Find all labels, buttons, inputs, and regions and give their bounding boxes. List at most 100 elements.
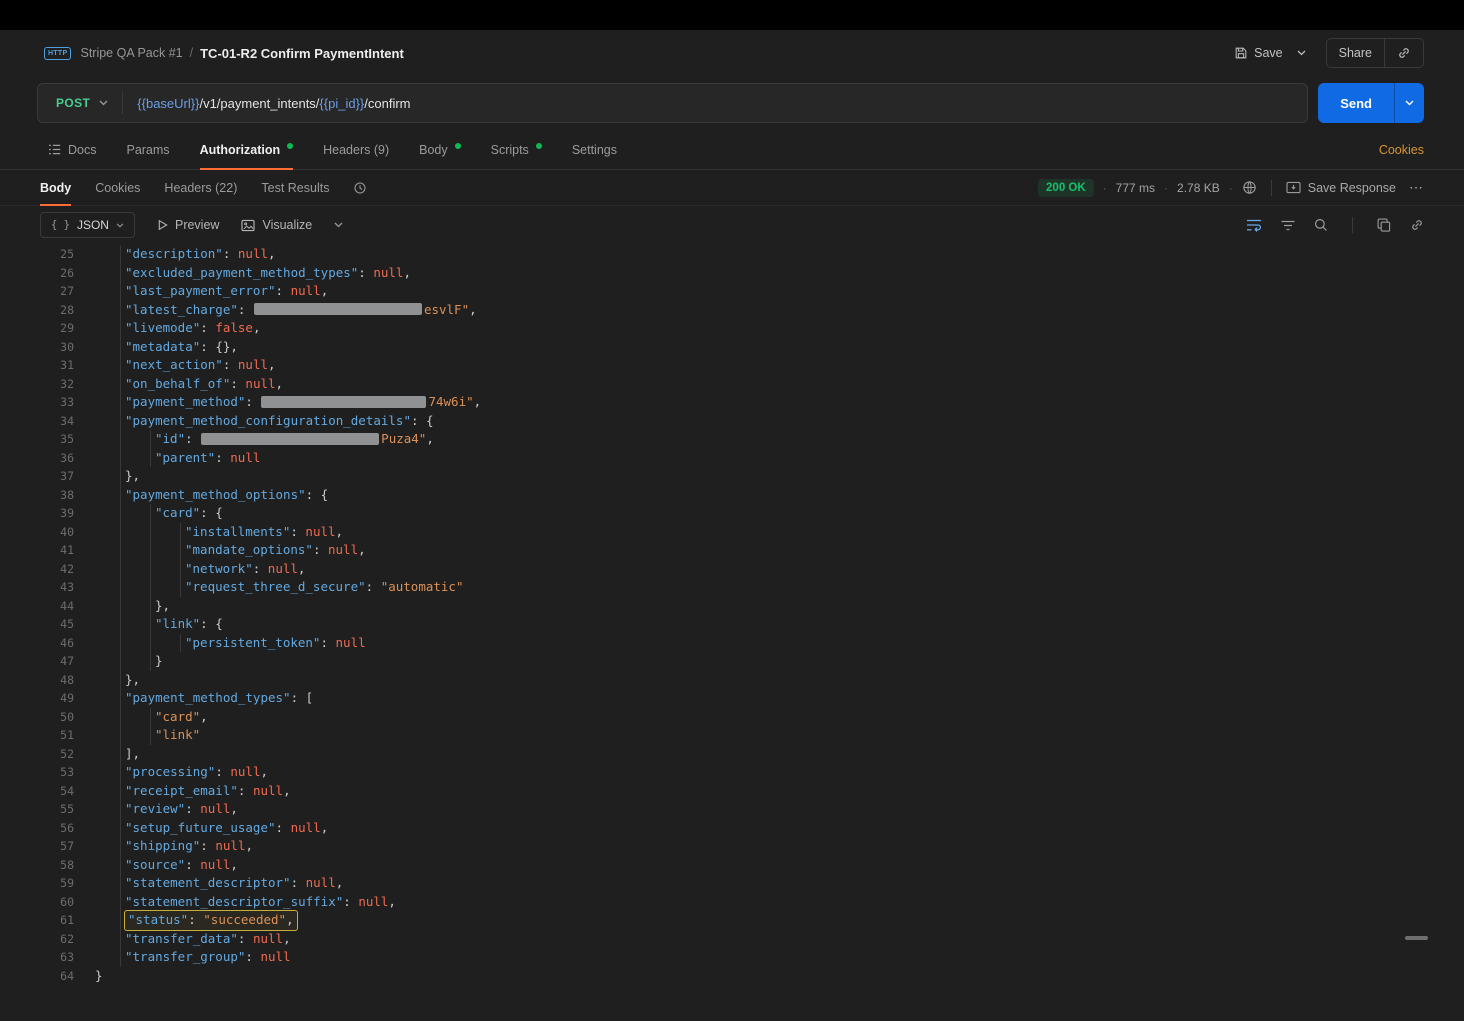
response-time[interactable]: 777 ms — [1116, 181, 1155, 195]
tab-headers[interactable]: Headers (9) — [323, 130, 389, 169]
code-line: 45 "link": { — [0, 615, 1464, 634]
tab-label: Settings — [571, 142, 617, 157]
send-options-chevron[interactable] — [1394, 83, 1424, 123]
response-toolbar: { } JSON Preview Visualize — [0, 206, 1464, 244]
tab-settings[interactable]: Settings — [572, 130, 617, 169]
code-text: } — [155, 652, 163, 671]
code-token: : — [275, 283, 291, 298]
code-token: null — [260, 949, 291, 964]
code-line: 50 "card", — [0, 707, 1464, 727]
response-link-button[interactable] — [1410, 218, 1424, 232]
code-text: "card", — [155, 708, 208, 727]
breadcrumb-collection[interactable]: Stripe QA Pack #1 — [80, 46, 182, 60]
line-number: 34 — [60, 413, 74, 428]
url-input[interactable]: {{baseUrl}}/v1/payment_intents/{{pi_id}}… — [137, 96, 410, 111]
response-tab-cookies[interactable]: Cookies — [95, 170, 140, 205]
search-button[interactable] — [1314, 218, 1328, 232]
status-badge[interactable]: 200 OK — [1038, 178, 1094, 197]
code-token: : — [215, 764, 231, 779]
code-token: }, — [125, 468, 141, 483]
code-token: null — [252, 930, 284, 946]
tab-scripts[interactable]: Scripts — [491, 130, 542, 169]
code-token: "id" — [155, 431, 186, 446]
scrollbar-thumb[interactable] — [1405, 936, 1428, 940]
cookies-link[interactable]: Cookies — [1379, 143, 1424, 157]
tab-authorization[interactable]: Authorization — [199, 130, 294, 170]
tab-params[interactable]: Params — [126, 130, 169, 169]
save-button[interactable]: Save — [1228, 40, 1289, 66]
code-text: }, — [125, 467, 140, 486]
copy-button[interactable] — [1377, 218, 1391, 232]
code-token: "statement_descriptor" — [125, 875, 291, 890]
line-number: 54 — [60, 783, 74, 798]
indent-guide — [95, 559, 121, 578]
save-label: Save — [1254, 46, 1283, 60]
code-line: 25 "description": null, — [0, 245, 1464, 264]
code-token: false — [215, 320, 253, 335]
code-token: null — [267, 560, 298, 576]
indent-guide — [125, 504, 151, 523]
code-text: } — [95, 967, 103, 986]
indent-guide — [95, 596, 121, 615]
code-line: 28 "latest_charge": esvlF", — [0, 300, 1464, 320]
response-history-button[interactable] — [353, 181, 367, 195]
modified-dot — [535, 142, 542, 149]
code-line: 63 "transfer_group": null — [0, 948, 1464, 967]
indent-guide — [125, 633, 151, 652]
filter-button[interactable] — [1281, 220, 1295, 231]
code-line: 34 "payment_method_configuration_details"… — [0, 411, 1464, 430]
code-text: "link" — [155, 726, 200, 745]
url-variable: {{pi_id}} — [319, 95, 365, 111]
send-button[interactable]: Send — [1318, 83, 1394, 123]
code-text: "statement_descriptor": null, — [125, 874, 343, 893]
more-options-button[interactable]: ⋯ — [1409, 179, 1424, 196]
response-size[interactable]: 2.78 KB — [1177, 181, 1220, 195]
network-info-button[interactable] — [1242, 180, 1257, 195]
indent-guide — [95, 818, 121, 837]
response-tab-test-results[interactable]: Test Results — [261, 170, 329, 205]
chevron-down-icon — [1405, 100, 1414, 106]
chevron-down-icon — [1297, 50, 1306, 56]
format-selector[interactable]: { } JSON — [40, 212, 135, 238]
code-line: 32 "on_behalf_of": null, — [0, 374, 1464, 393]
save-response-button[interactable]: Save Response — [1286, 181, 1396, 195]
indent-guide — [155, 633, 181, 652]
indent-guide — [95, 911, 121, 930]
tab-label: Cookies — [95, 180, 141, 195]
code-token: , — [358, 542, 366, 557]
line-number: 55 — [60, 802, 74, 816]
view-options-chevron[interactable] — [334, 222, 343, 228]
code-token: , — [388, 893, 396, 909]
code-text: }, — [155, 597, 170, 616]
save-options-chevron[interactable] — [1291, 44, 1312, 62]
code-text: "latest_charge": esvlF", — [125, 301, 477, 320]
share-button[interactable]: Share — [1327, 39, 1384, 67]
url-path: /v1/payment_intents/ — [199, 95, 320, 111]
code-token: "succeeded" — [203, 912, 287, 927]
indent-guide — [95, 245, 121, 264]
tab-docs[interactable]: Docs — [48, 130, 96, 169]
indent-guide — [95, 504, 121, 523]
code-token: "transfer_data" — [125, 930, 238, 946]
response-tab-headers[interactable]: Headers (22) — [164, 170, 237, 205]
code-line: 35 "id": Puza4", — [0, 430, 1464, 449]
code-token: "livemode" — [125, 320, 201, 335]
code-token: "card" — [155, 505, 201, 520]
code-line: 55 "review": null, — [0, 800, 1464, 819]
preview-button[interactable]: Preview — [157, 218, 219, 232]
wrap-text-button[interactable] — [1246, 219, 1262, 232]
indent-guide — [95, 874, 121, 893]
visualize-button[interactable]: Visualize — [241, 218, 312, 232]
tab-body[interactable]: Body — [419, 130, 461, 169]
tab-label: Test Results — [261, 180, 330, 195]
tab-label: Params — [126, 142, 170, 157]
url-variable: {{baseUrl}} — [137, 95, 200, 111]
copy-link-button[interactable] — [1385, 39, 1423, 67]
code-token: , — [230, 801, 238, 816]
line-number: 48 — [60, 672, 74, 687]
http-request-type-icon: HTTP — [44, 46, 72, 60]
method-selector[interactable]: POST — [38, 96, 122, 110]
response-tab-body[interactable]: Body — [40, 170, 72, 206]
line-number: 47 — [60, 654, 74, 668]
code-token: , — [230, 856, 238, 872]
